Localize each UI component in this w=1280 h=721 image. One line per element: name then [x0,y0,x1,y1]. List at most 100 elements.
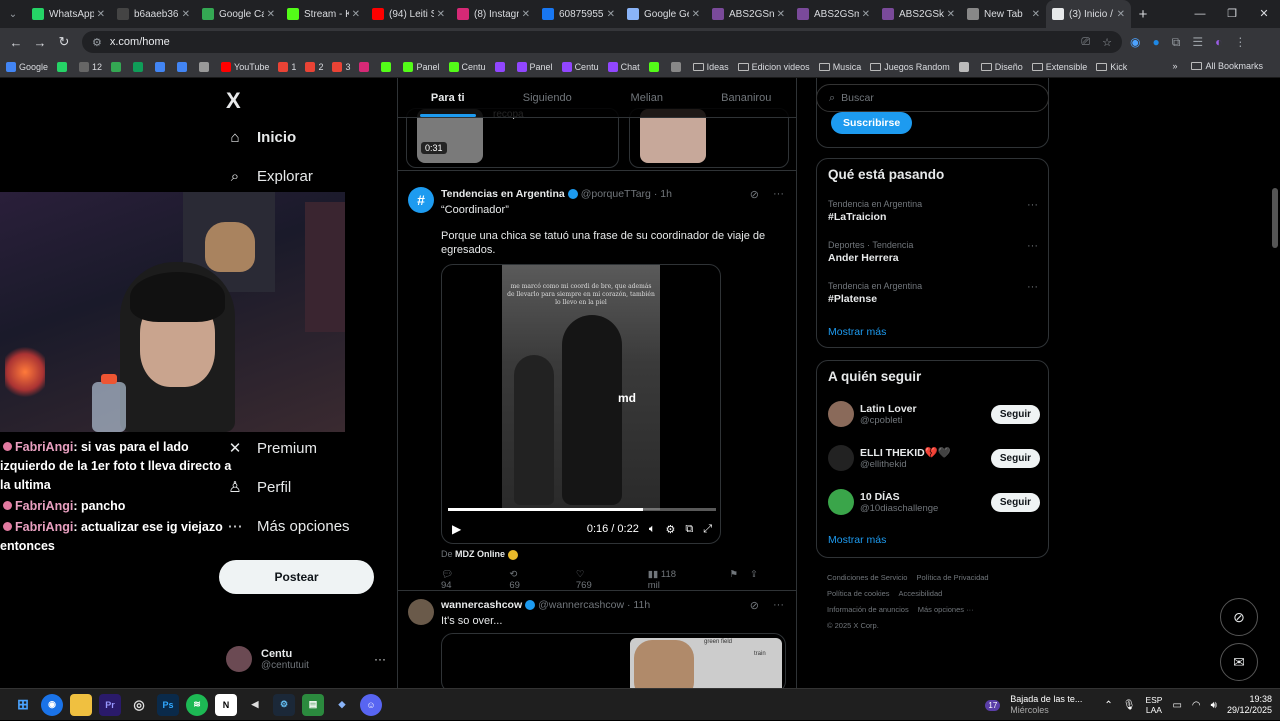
tab-close-icon[interactable]: ✕ [522,9,530,20]
profile-avatar-icon[interactable]: ◐ [1215,35,1222,50]
bookmark-item[interactable] [57,61,70,72]
bookmark-folder[interactable]: Ideas [692,62,729,72]
address-bar[interactable]: ⚙ x.com/home ⎚ ☆ [82,31,1122,53]
chrome-icon[interactable]: ◉ [41,693,63,716]
more-dots-icon[interactable]: ··· [1027,281,1038,293]
tweet-time[interactable]: 1h [660,188,672,200]
follow-button[interactable]: Seguir [990,492,1040,512]
nav-inicio[interactable]: ⌂ Inicio [226,128,296,146]
install-app-icon[interactable]: ⎚ [1081,36,1090,49]
bookmark-folder[interactable]: Kick [1096,62,1127,72]
bookmark-item[interactable] [111,61,124,72]
browser-tab[interactable]: (8) Instagr ✕ [451,0,536,28]
bookmark-item[interactable] [177,61,190,72]
grok-icon[interactable]: ⊘ [750,599,759,612]
avatar[interactable] [408,599,434,625]
scrollbar[interactable] [1272,188,1278,248]
avatar[interactable] [828,401,854,427]
notion-icon[interactable]: N [215,693,237,716]
tweet[interactable]: # Tendencias en Argentina @porqueTTarg · … [398,170,796,591]
author-name[interactable]: wannercashcow [441,599,522,611]
windows-start-icon[interactable]: ⊞ [12,694,34,716]
bookmark-folder[interactable]: Diseño [980,62,1023,72]
feed-tab[interactable]: Bananirou [697,78,797,117]
grok-icon[interactable]: ⊘ [1220,598,1258,636]
subscribe-button[interactable]: Suscribirse [831,112,913,134]
browser-tab[interactable]: ABS2GSk ✕ [876,0,961,28]
video-progress-bar[interactable] [448,508,716,511]
gemini-icon[interactable]: ◆ [331,694,353,716]
reply-button[interactable]: 💬︎ 94 [441,569,481,591]
bookmark-item[interactable]: Chat [607,61,640,72]
bookmark-item[interactable] [648,61,662,72]
feed-tab[interactable]: Siguiendo [498,78,598,117]
bookmark-item[interactable]: Centu [561,61,599,72]
clock[interactable]: 19:38 29/12/2025 [1227,694,1272,716]
feed-tab[interactable]: Melian [597,78,697,117]
author-handle[interactable]: @wannercashcow [538,599,624,611]
spotify-icon[interactable]: ≋ [186,693,208,716]
follow-suggestion[interactable]: Latin Lover @cpobleti Seguir [828,399,1040,429]
more-dots-icon[interactable]: ··· [773,188,784,201]
chevron-up-icon[interactable]: ⌃ [1104,700,1112,711]
bookmark-item[interactable]: 2 [305,61,323,72]
new-tab-button[interactable]: + [1131,6,1155,23]
fullscreen-icon[interactable]: ⤢ [703,523,712,536]
footer-link[interactable]: © 2025 X Corp. [827,621,879,630]
play-icon[interactable]: ▶ [452,522,461,536]
tab-close-icon[interactable]: ✕ [182,9,190,20]
puzzle-icon[interactable]: ⧉ [1172,35,1181,50]
forward-icon[interactable]: → [28,35,52,50]
tab-close-icon[interactable]: ✕ [692,9,700,20]
bookmark-item[interactable] [670,61,684,72]
more-dots-icon[interactable]: ··· [1027,240,1038,252]
premiere-icon[interactable]: Pr [99,693,121,716]
bookmark-item[interactable]: Google [6,61,48,72]
source-name[interactable]: MDZ Online [455,549,505,559]
browser-tab[interactable]: Stream - K ✕ [281,0,366,28]
bookmarks-overflow-icon[interactable]: » [1172,61,1177,71]
steam-icon[interactable]: ⚙ [273,693,295,716]
footer-link[interactable]: Información de anuncios [827,605,909,614]
more-dots-icon[interactable]: ··· [773,599,784,612]
browser-tab[interactable]: ABS2GSm ✕ [791,0,876,28]
tweet-time[interactable]: 11h [633,599,650,611]
search-input[interactable]: ⌕ Buscar [816,84,1049,112]
tab-close-icon[interactable]: ✕ [97,9,105,20]
weather-widget[interactable]: Bajada de las te... Miércoles [1010,694,1082,716]
menu-icon[interactable]: ⋮ [1234,35,1246,50]
photoshop-icon[interactable]: Ps [157,693,179,716]
follow-button[interactable]: Seguir [990,448,1040,468]
browser-tab[interactable]: (94) Leiti S ✕ [366,0,451,28]
tab-close-icon[interactable]: ✕ [777,9,785,20]
tab-search-icon[interactable]: ⌄ [0,0,26,28]
bookmark-item[interactable]: Panel [403,61,440,72]
bookmark-item[interactable] [958,61,972,72]
discord-icon[interactable]: ☺ [360,693,382,716]
tab-close-icon[interactable]: ✕ [607,9,615,20]
trend-item[interactable]: Tendencia en Argentina #LaTraicion ··· [828,199,1038,223]
bookmark-item[interactable]: YouTube [221,61,269,72]
like-button[interactable]: ♡ 769 [576,569,620,591]
settings-gear-icon[interactable]: ⚙ [665,523,675,536]
author-handle[interactable]: @porqueTTarg [581,188,651,200]
bookmark-item[interactable] [199,61,212,72]
maximize-icon[interactable]: ❐ [1216,0,1248,28]
browser-tab[interactable]: ABS2GSn ✕ [706,0,791,28]
post-button[interactable]: Postear [219,560,374,594]
bookmark-item[interactable] [359,61,372,72]
bookmark-folder[interactable]: Extensible [1031,62,1087,72]
follow-button[interactable]: Seguir [990,404,1040,424]
tab-close-icon[interactable]: ✕ [862,9,870,20]
show-more-link[interactable]: Mostrar más [828,326,886,338]
author-name[interactable]: Tendencias en Argentina [441,188,565,200]
views-button[interactable]: ▮▮ 118 mil [648,569,702,591]
video-player[interactable]: me marcó como mi coordi de bre, que adem… [441,264,721,544]
tab-close-icon[interactable]: ✕ [1117,9,1125,20]
tab-close-icon[interactable]: ✕ [352,9,360,20]
more-dots-icon[interactable]: ··· [1027,199,1038,211]
volume-icon[interactable]: 🔊︎ [1211,700,1217,711]
file-explorer-icon[interactable] [70,693,92,716]
reading-list-icon[interactable]: ☰ [1192,35,1203,50]
footer-link[interactable]: Accesibilidad [899,589,943,598]
